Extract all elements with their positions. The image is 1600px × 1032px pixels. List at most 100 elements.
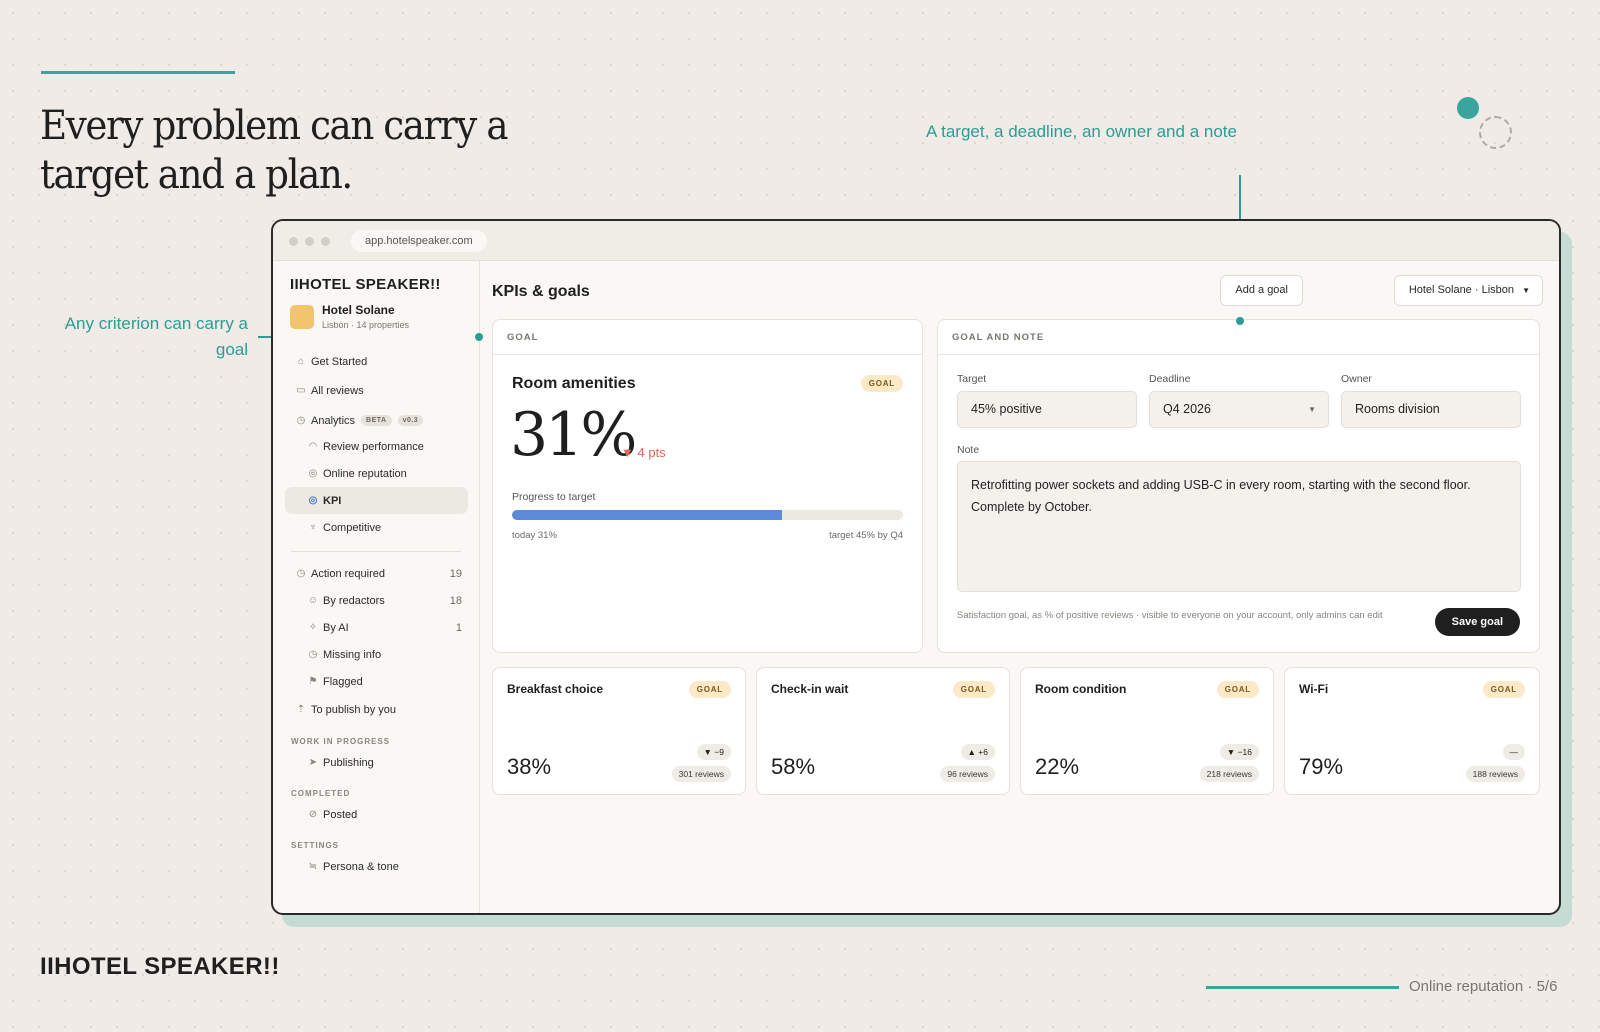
sidebar-item-label: Flagged <box>323 675 363 688</box>
kpi-card-delta: — <box>1502 744 1525 760</box>
owner-field[interactable]: Rooms division <box>1341 391 1521 428</box>
sidebar-item-missing-info[interactable]: ◷ Missing info <box>285 641 468 668</box>
hotel-select-dropdown[interactable]: Hotel Solane · Lisbon ▼ <box>1393 275 1543 306</box>
sidebar-item-label: Competitive <box>323 521 382 534</box>
section-label-settings: SETTINGS <box>291 841 340 850</box>
progress-target: target 45% by Q4 <box>829 530 903 541</box>
kpi-target-icon: ◎ <box>308 495 318 506</box>
person-icon: ☺ <box>307 595 319 606</box>
sidebar: IIHOTEL SPEAKER!! Hotel Solane Lisbon · … <box>273 261 480 913</box>
goal-delta-value: 4 pts <box>637 445 666 460</box>
goal-badge: GOAL <box>860 375 903 392</box>
save-goal-button[interactable]: Save goal <box>1434 608 1520 636</box>
sidebar-item-label: Action required <box>311 567 385 580</box>
goal-and-note-card: GOAL AND NOTE Target 45% positive Deadli… <box>937 319 1540 653</box>
target-label: Target <box>957 373 987 385</box>
sidebar-item-review-performance[interactable]: ◠ Review performance <box>285 433 468 460</box>
hotel-subtitle: Lisbon · 14 properties <box>322 320 410 330</box>
kpi-card-title: Check-in wait <box>771 682 849 696</box>
home-icon: ⌂ <box>297 356 305 367</box>
progress-track <box>512 510 903 520</box>
hotel-switcher[interactable]: Hotel Solane Lisbon · 14 properties <box>290 303 409 330</box>
kpi-card-title: Wi-Fi <box>1299 682 1329 696</box>
sidebar-logo[interactable]: IIHOTEL SPEAKER!! <box>290 276 441 293</box>
url-bar[interactable]: app.hotelspeaker.com <box>351 230 487 252</box>
goal-delta: ▼ 4 pts <box>621 445 666 460</box>
target-icon: ◎ <box>308 468 318 479</box>
sidebar-item-label: Online reputation <box>323 467 407 480</box>
app-window: app.hotelspeaker.com IIHOTEL SPEAKER!! H… <box>271 219 1561 915</box>
upload-icon: ⇡ <box>296 704 306 715</box>
section-label-work-in-progress: WORK IN PROGRESS <box>291 737 391 746</box>
decorative-top-line <box>41 71 235 74</box>
hotel-name: Hotel Solane <box>322 303 395 317</box>
goal-and-note-header: GOAL AND NOTE <box>938 320 1539 355</box>
target-field[interactable]: 45% positive <box>957 391 1137 428</box>
kpi-card-delta: ▼ −9 <box>696 744 731 760</box>
info-circle-icon: ◷ <box>308 649 318 660</box>
sidebar-item-label: Review performance <box>323 440 424 453</box>
kpi-card[interactable]: Breakfast choice GOAL 38% ▼ −9 301 revie… <box>492 667 746 795</box>
kpi-card-title: Breakfast choice <box>507 682 604 696</box>
note-label: Note <box>957 444 980 456</box>
chevron-down-icon: ▼ <box>1308 405 1316 414</box>
sparkle-icon: ✧ <box>308 622 318 633</box>
note-textarea[interactable]: Retrofitting power sockets and adding US… <box>957 461 1521 592</box>
section-label-completed: COMPLETED <box>291 789 351 798</box>
sidebar-item-flagged[interactable]: ⚑ Flagged <box>285 668 468 695</box>
sidebar-item-persona-tone[interactable]: ≒ Persona & tone <box>285 853 468 880</box>
sidebar-item-label: Get Started <box>311 355 368 368</box>
sidebar-item-label: Posted <box>323 808 358 821</box>
sidebar-item-label: Analytics <box>311 414 356 427</box>
kpi-card[interactable]: Wi-Fi GOAL 79% — 188 reviews <box>1284 667 1540 795</box>
kpi-card-value: 38% <box>507 754 552 779</box>
sidebar-item-competitive[interactable]: ♆ Competitive <box>285 514 468 541</box>
sidebar-item-label: Publishing <box>323 756 374 769</box>
beta-badge: BETA <box>361 415 392 426</box>
callout-left-dot <box>475 333 483 341</box>
clock-icon: ◷ <box>296 568 306 579</box>
hotel-select-value: Hotel Solane · Lisbon <box>1408 284 1514 296</box>
goal-badge: GOAL <box>1482 681 1525 698</box>
check-circle-icon: ⊘ <box>308 809 318 820</box>
inbox-icon: ▭ <box>296 385 306 396</box>
sidebar-item-get-started[interactable]: ⌂ Get Started <box>285 348 468 375</box>
sidebar-item-kpi[interactable]: ◎ KPI <box>285 487 468 514</box>
deadline-value: Q4 2026 <box>1163 402 1211 416</box>
sidebar-item-online-reputation[interactable]: ◎ Online reputation <box>285 460 468 487</box>
goal-title: Room amenities <box>512 375 636 392</box>
kpi-card-reviews: 96 reviews <box>940 766 995 782</box>
sidebar-divider <box>291 551 461 552</box>
kpi-card[interactable]: Check-in wait GOAL 58% ▲ +6 96 reviews <box>756 667 1010 795</box>
window-maximize-dot[interactable] <box>321 237 330 246</box>
sidebar-item-by-ai[interactable]: ✧ By AI 1 <box>285 614 468 641</box>
gauge-icon: ◠ <box>308 441 318 452</box>
sidebar-item-to-publish[interactable]: ⇡ To publish by you <box>285 696 468 723</box>
trophy-icon: ♆ <box>309 522 317 533</box>
sidebar-item-label: By AI <box>323 621 349 634</box>
callout-top-dot <box>1236 317 1244 325</box>
add-goal-button[interactable]: Add a goal <box>1220 275 1303 306</box>
send-icon: ➤ <box>308 757 318 768</box>
sidebar-item-action-required[interactable]: ◷ Action required 19 <box>285 560 468 587</box>
window-close-dot[interactable] <box>289 237 298 246</box>
sidebar-item-by-redactors[interactable]: ☺ By redactors 18 <box>285 587 468 614</box>
kpi-card[interactable]: Room condition GOAL 22% ▼ −16 218 review… <box>1020 667 1274 795</box>
goal-badge: GOAL <box>952 681 995 698</box>
sidebar-item-posted[interactable]: ⊘ Posted <box>285 801 468 828</box>
sidebar-item-publishing[interactable]: ➤ Publishing <box>285 749 468 776</box>
action-required-count: 19 <box>449 567 462 580</box>
slide-headline: Every problem can carry a target and a p… <box>40 103 509 198</box>
sidebar-item-label: Missing info <box>323 648 382 661</box>
triangle-down-icon: ▼ <box>621 445 634 460</box>
sidebar-item-analytics[interactable]: ◷ Analytics BETA v0.3 <box>285 407 468 434</box>
window-minimize-dot[interactable] <box>305 237 314 246</box>
sidebar-item-label: To publish by you <box>311 703 396 716</box>
kpi-card-reviews: 218 reviews <box>1199 766 1259 782</box>
sidebar-item-label: KPI <box>323 494 342 507</box>
by-redactors-count: 18 <box>449 594 462 607</box>
main-content: KPIs & goals Add a goal Hotel Solane · L… <box>492 261 1543 913</box>
deadline-select[interactable]: Q4 2026 ▼ <box>1149 391 1329 428</box>
sidebar-item-all-reviews[interactable]: ▭ All reviews <box>285 377 468 404</box>
footer-decorative-line <box>1206 986 1399 989</box>
